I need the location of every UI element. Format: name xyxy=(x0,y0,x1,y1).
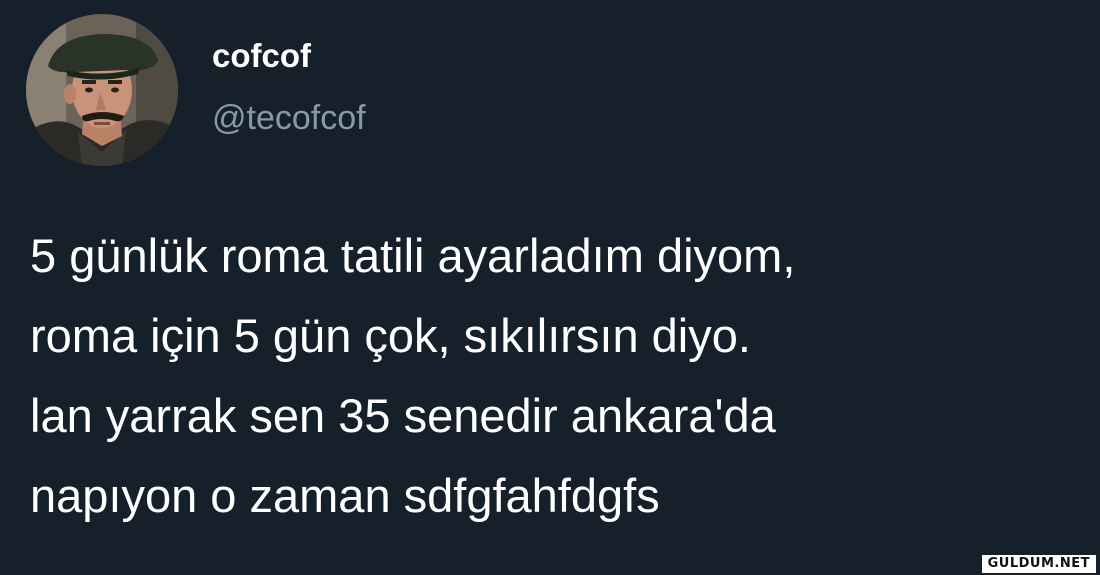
user-names: cofcof @tecofcof xyxy=(212,36,366,138)
watermark: GULDUM.NET xyxy=(981,555,1096,573)
tweet-header: cofcof @tecofcof xyxy=(26,14,366,166)
user-handle[interactable]: @tecofcof xyxy=(212,98,366,138)
profile-photo-icon xyxy=(26,14,178,166)
tweet-text-line: roma için 5 gün çok, sıkılırsın diyo. xyxy=(30,309,751,362)
avatar[interactable] xyxy=(26,14,178,166)
tweet-text-line: lan yarrak sen 35 senedir ankara'da xyxy=(30,389,776,442)
tweet-text: 5 günlük roma tatili ayarladım diyom, ro… xyxy=(30,216,1090,536)
tweet-text-line: 5 günlük roma tatili ayarladım diyom, xyxy=(30,229,796,282)
tweet-card: cofcof @tecofcof 5 günlük roma tatili ay… xyxy=(0,0,1100,575)
display-name[interactable]: cofcof xyxy=(212,36,366,76)
tweet-text-line: napıyon o zaman sdfgfahfdgfs xyxy=(30,469,660,522)
